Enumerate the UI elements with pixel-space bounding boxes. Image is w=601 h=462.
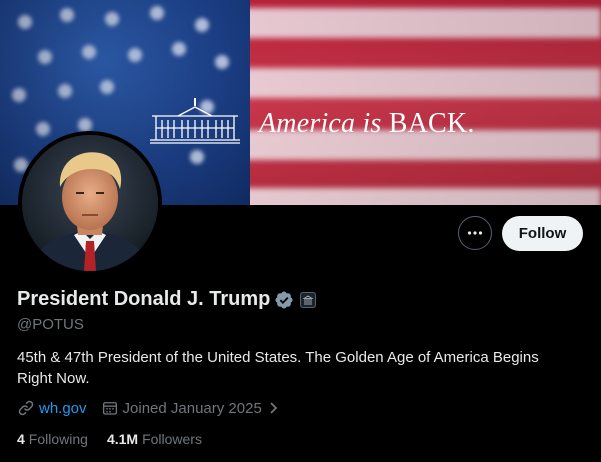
profile-meta-row: wh.gov Joined January 2025 [17,399,298,417]
more-dots-icon [467,231,483,235]
following-count: 4 [17,431,25,447]
link-icon [18,400,34,416]
profile-stats: 4 Following 4.1M Followers [17,431,221,447]
profile-handle: @POTUS [17,316,84,333]
white-house-logo [150,98,240,144]
website-link[interactable]: wh.gov [39,400,87,417]
chevron-right-icon [270,402,278,414]
followers-stat[interactable]: 4.1M Followers [107,431,202,447]
profile-website[interactable]: wh.gov [17,399,87,417]
government-label-icon[interactable] [300,291,317,308]
verified-badge-icon[interactable] [274,290,294,310]
following-label: Following [28,431,88,447]
follow-button[interactable]: Follow [502,216,583,251]
more-options-button[interactable] [458,216,492,250]
following-stat[interactable]: 4 Following [17,431,88,447]
profile-name-row: President Donald J. Trump [17,288,317,311]
profile-name: President Donald J. Trump [17,288,271,310]
followers-count: 4.1M [106,431,139,447]
profile-bio: 45th & 47th President of the United Stat… [17,349,539,387]
profile-avatar[interactable] [18,131,162,275]
followers-label: Followers [142,431,202,447]
calendar-icon [102,402,117,415]
profile-joined[interactable]: Joined January 2025 [101,399,284,417]
joined-date: Joined January 2025 [122,399,262,417]
banner-tagline: America is BACK. [259,108,475,139]
